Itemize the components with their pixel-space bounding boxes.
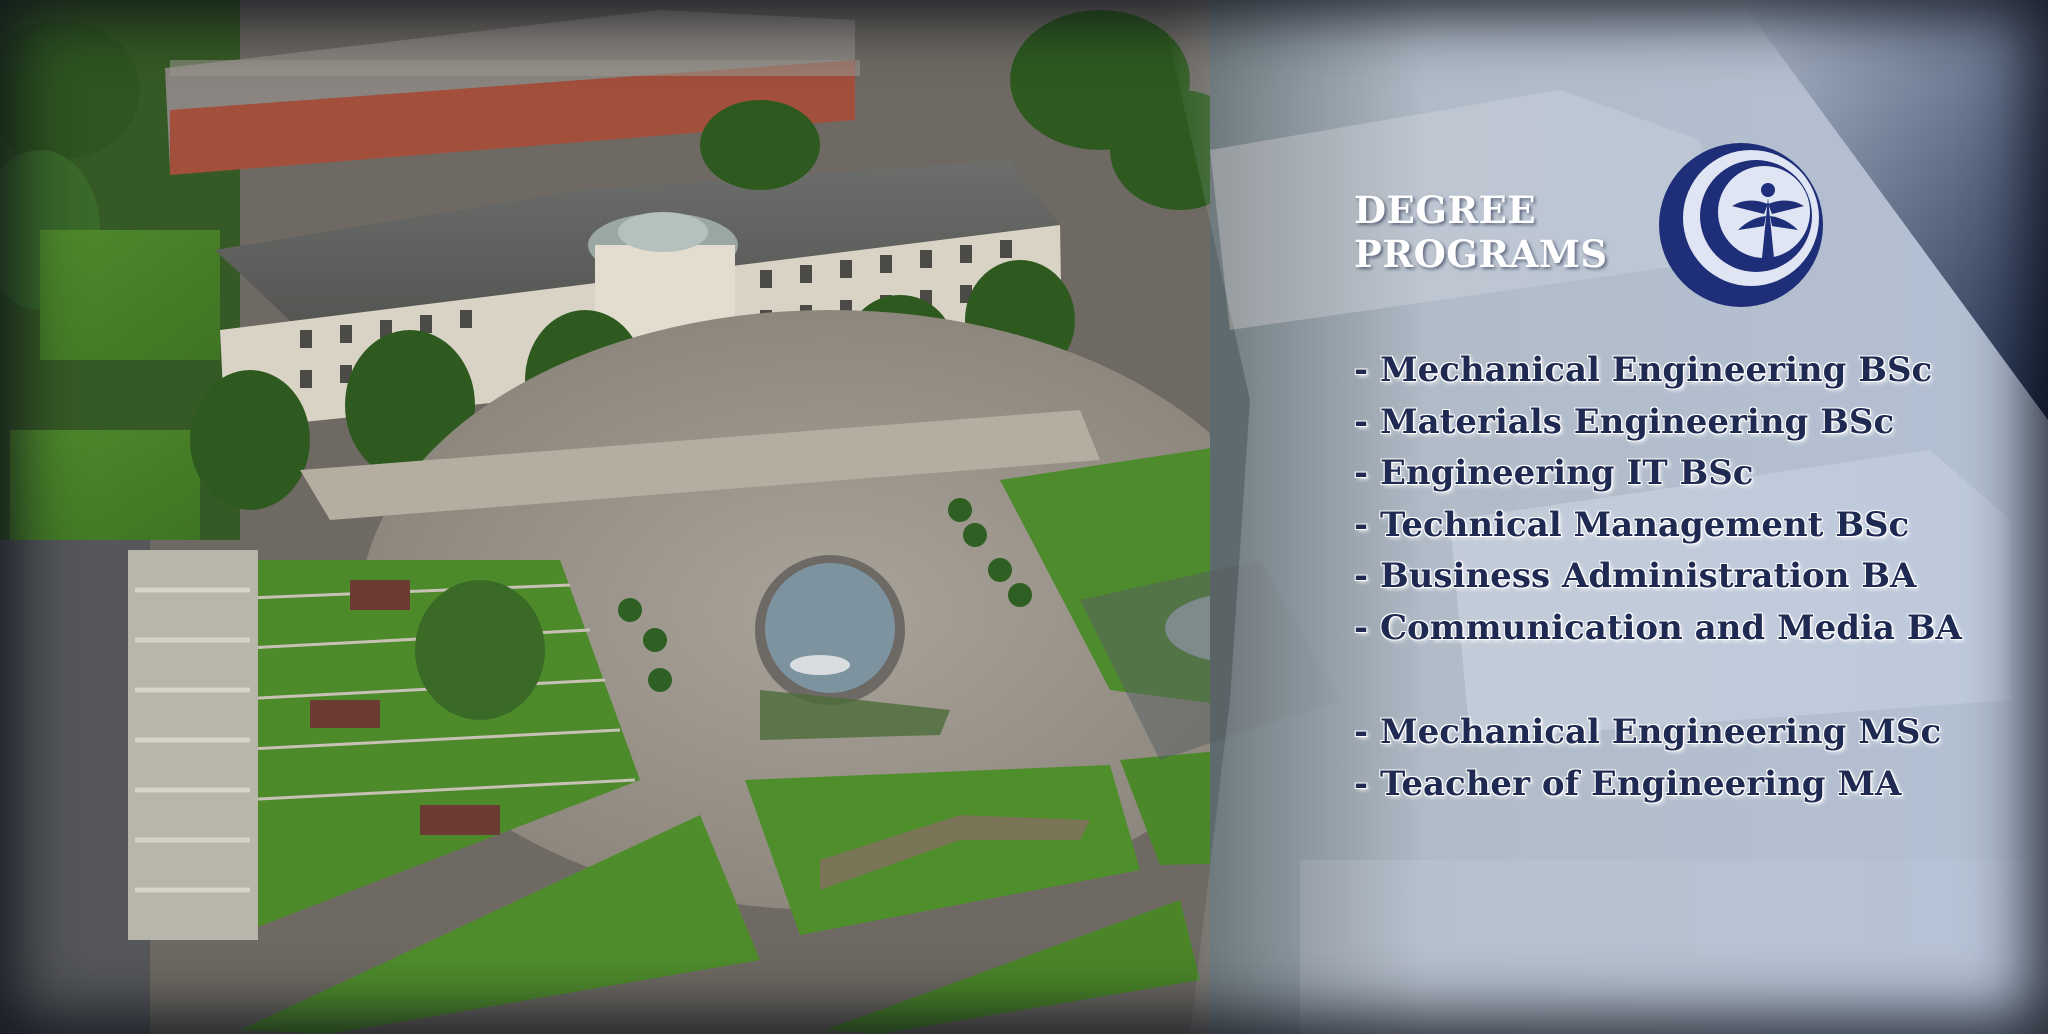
list-item: - Teacher of Engineering MA [1354,763,1902,804]
list-item: - Mechanical Engineering BSc [1354,350,1933,390]
list-item: - Business Administration BA [1354,556,1917,596]
list-item: - Technical Management BSc [1354,504,1910,545]
university-logo-icon [1659,143,1823,307]
bachelor-programs-list: - Mechanical Engineering BSc - Materials… [1354,345,2034,654]
list-item: - Communication and Media BA [1354,607,1962,648]
master-programs-list: - Mechanical Engineering MSc - Teacher o… [1354,707,2034,810]
list-item: - Engineering IT BSc [1354,453,1754,493]
list-item: - Materials Engineering BSc [1354,401,1895,442]
list-item: - Mechanical Engineering MSc [1354,712,1942,752]
slide: DEGREE PROGRAMS - Mechanical Engineering… [0,0,2048,1034]
